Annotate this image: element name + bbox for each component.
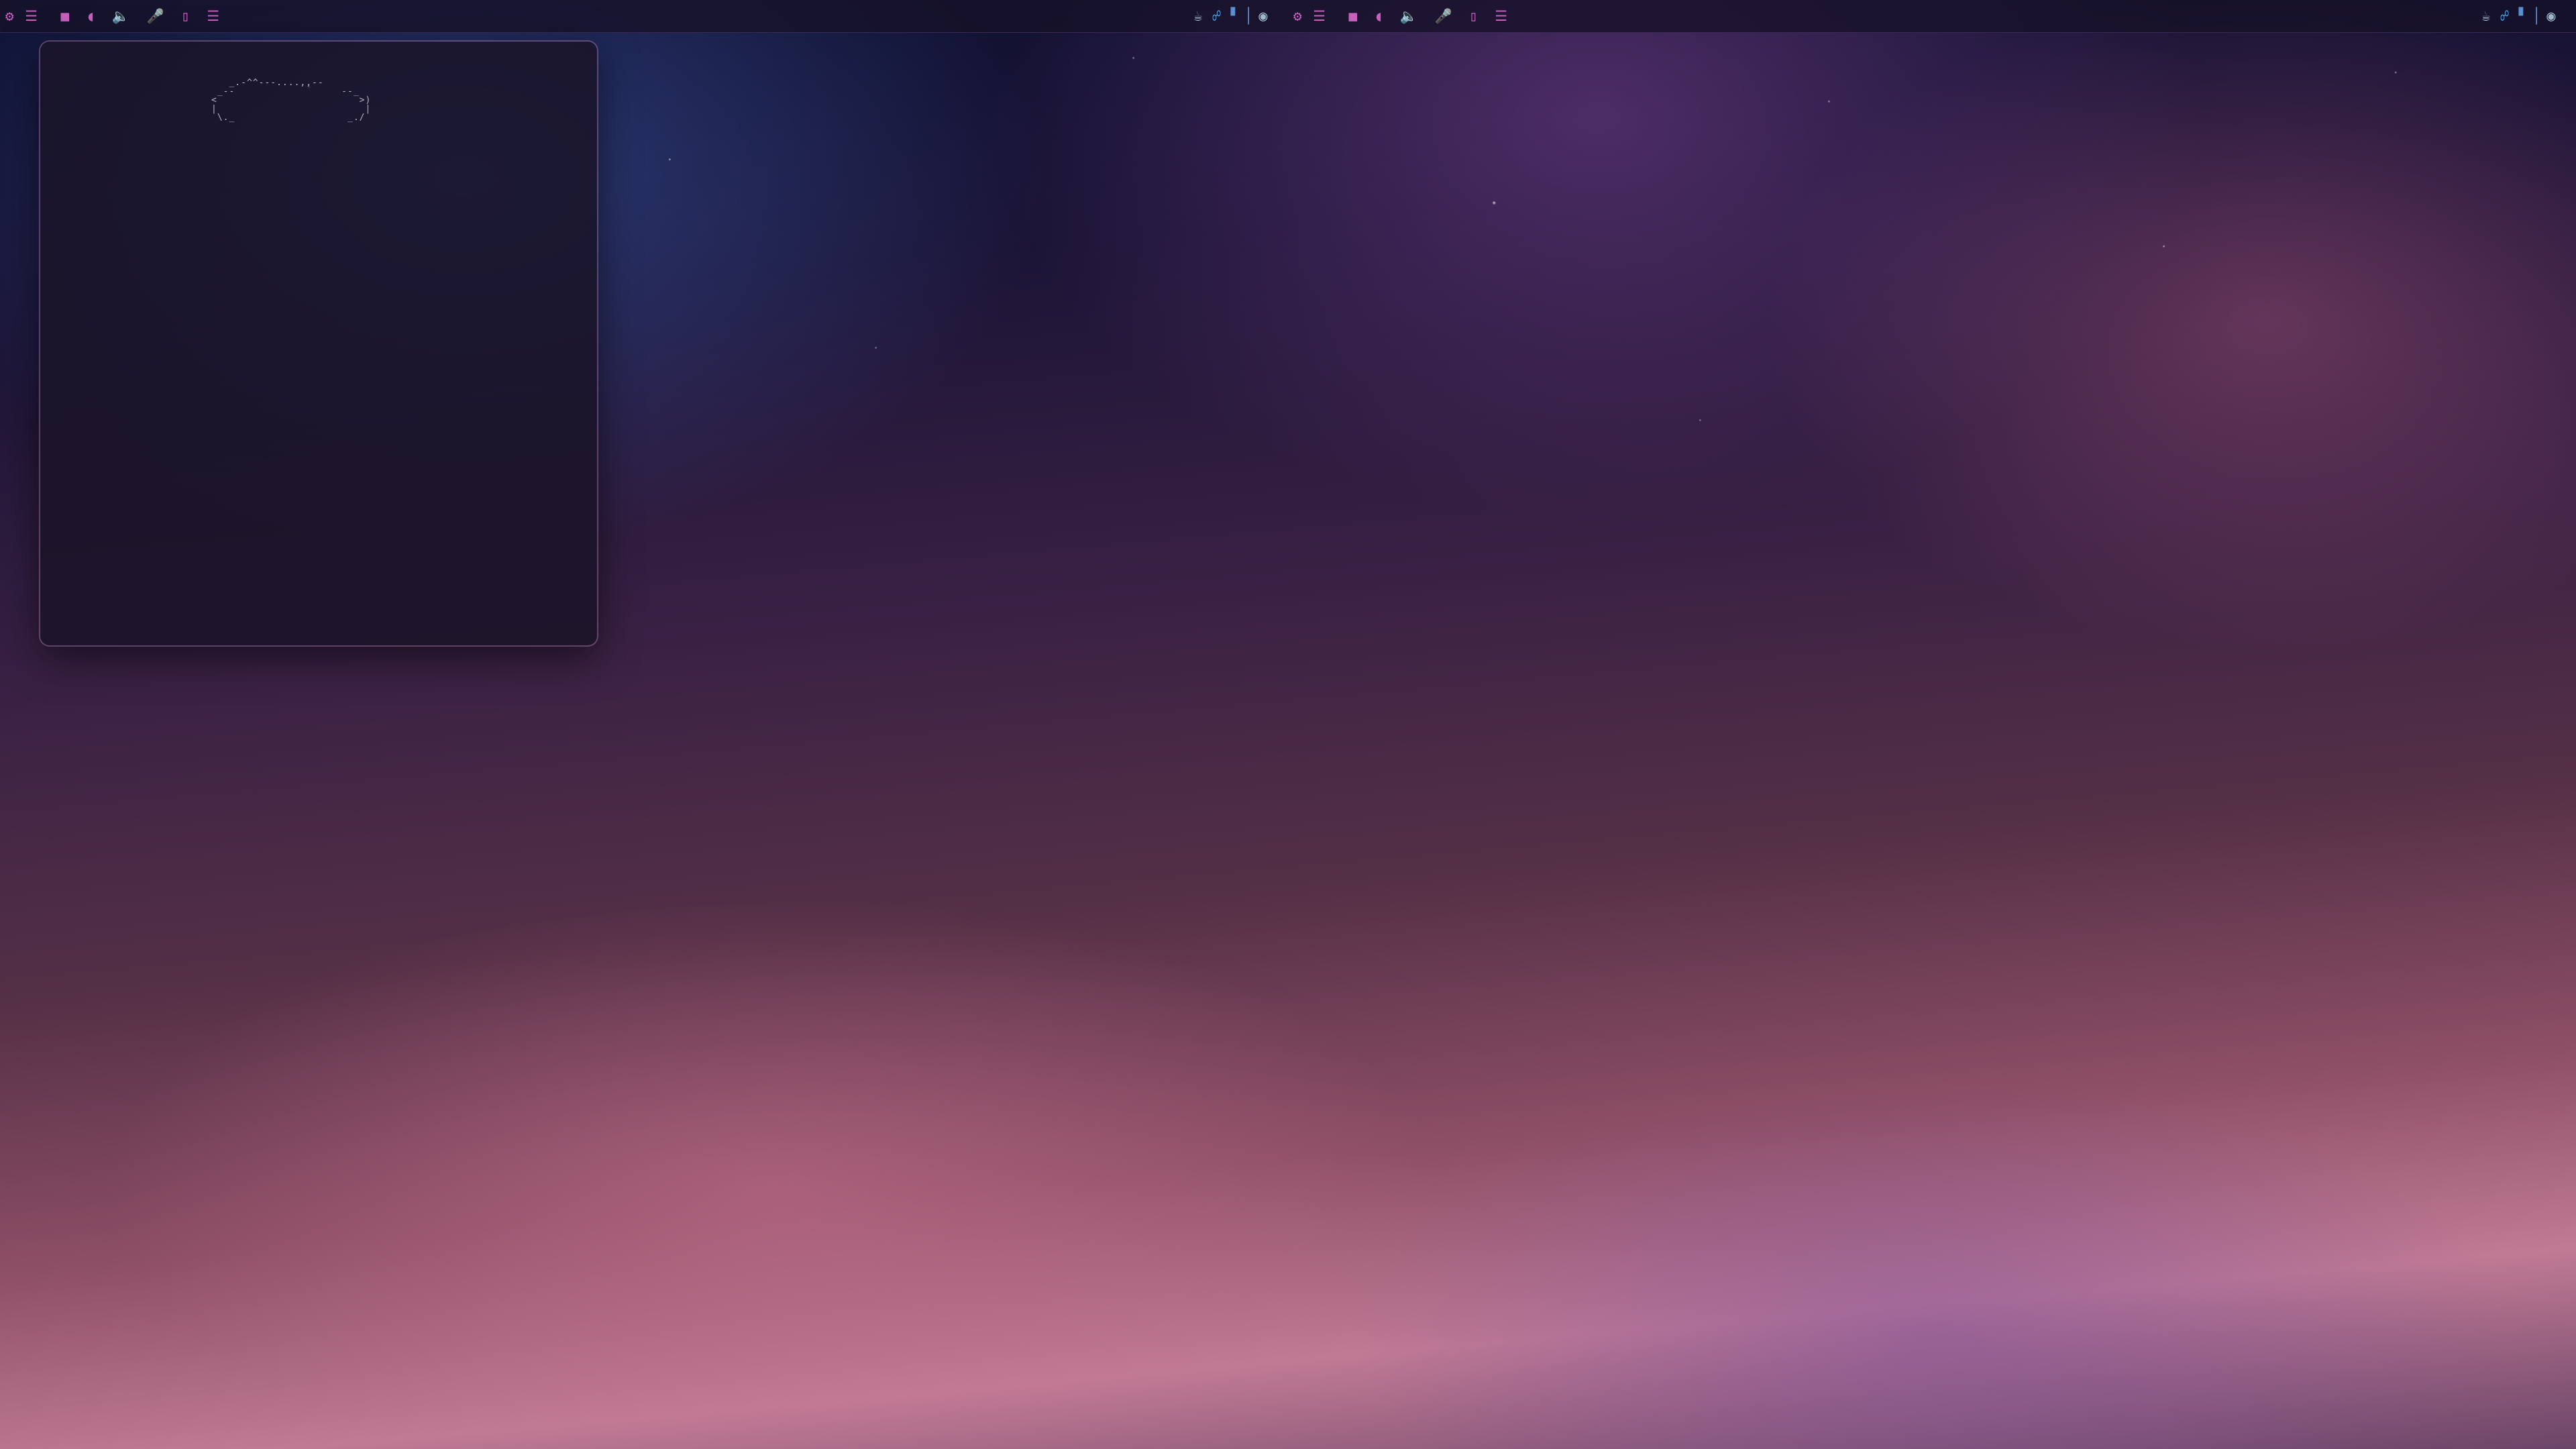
cpu-icon-2: ▯ [1469,8,1479,24]
memory-icon-2: ☰ [1495,8,1508,24]
volume-indicator[interactable]: 🔈 [101,8,136,25]
brightness-icon-2: ◖ [1374,8,1383,24]
signal-icon-2[interactable]: ▘▕ [2519,8,2538,25]
microphone-icon: 🎤 [146,7,165,24]
layers-icon: ☰ [25,8,38,24]
signal-icon[interactable]: ▘▕ [1231,8,1250,25]
desktop: ⚙ ☰ ■ ◖ 🔈 🎤 ▯ ☰ ☕ ☍ ▘▕ ◉ ⚙ ☰ ■ ◖ 🔈 🎤 ▯ ☰… [0,0,2576,1449]
cpu-indicator-2[interactable]: ▯ [1458,8,1483,24]
disc-icon[interactable]: ◉ [1258,8,1268,25]
microphone-icon-2: 🎤 [1434,7,1453,24]
speaker-icon-2: 🔈 [1399,7,1418,24]
memory-indicator-2[interactable]: ☰ [1483,8,1513,24]
bluetooth-icon[interactable]: ☍ [1212,8,1222,25]
layers-icon-2: ☰ [1313,8,1326,24]
statusbar-left[interactable]: ⚙ ☰ ■ ◖ 🔈 🎤 ▯ ☰ ☕ ☍ ▘▕ ◉ [0,0,1288,33]
battery-indicator[interactable]: ■ [49,8,74,24]
brightness-indicator[interactable]: ◖ [75,8,101,24]
qutebrowser-page: _.-^^---....,,-- _-- --_ < >) | | \._ _.… [40,42,597,645]
bluetooth-icon-2[interactable]: ☍ [2500,8,2510,25]
gear-icon-2[interactable]: ⚙ [1288,8,1307,24]
system-tray[interactable]: ☕ ☍ ▘▕ ◉ [1193,8,1276,25]
no-coffee-icon-2[interactable]: ☕ [2481,8,2491,25]
no-coffee-icon[interactable]: ☕ [1193,8,1203,25]
workspace-indicator-2[interactable]: ☰ [1307,8,1337,24]
mic-indicator-2[interactable]: 🎤 [1423,8,1458,25]
statusbar-right[interactable]: ⚙ ☰ ■ ◖ 🔈 🎤 ▯ ☰ ☕ ☍ ▘▕ ◉ [1288,0,2576,33]
ascii-logo: _.-^^---....,,-- _-- --_ < >) | | \._ _.… [211,78,372,123]
mic-indicator[interactable]: 🎤 [135,8,170,25]
volume-indicator-2[interactable]: 🔈 [1389,8,1424,25]
brightness-icon: ◖ [86,8,95,24]
workspace-indicator[interactable]: ☰ [19,8,49,24]
battery-icon: ■ [60,8,70,24]
battery-icon-2: ■ [1348,8,1358,24]
memory-indicator[interactable]: ☰ [195,8,225,24]
memory-icon: ☰ [207,8,220,24]
gear-icon[interactable]: ⚙ [0,8,19,24]
disc-icon-2[interactable]: ◉ [2546,8,2556,25]
cpu-indicator[interactable]: ▯ [170,8,195,24]
battery-indicator-2[interactable]: ■ [1337,8,1362,24]
system-tray-2[interactable]: ☕ ☍ ▘▕ ◉ [2481,8,2564,25]
cpu-icon: ▯ [181,8,191,24]
speaker-icon: 🔈 [111,7,130,24]
brightness-indicator-2[interactable]: ◖ [1363,8,1389,24]
qutebrowser-window[interactable]: _.-^^---....,,-- _-- --_ < >) | | \._ _.… [40,42,597,645]
